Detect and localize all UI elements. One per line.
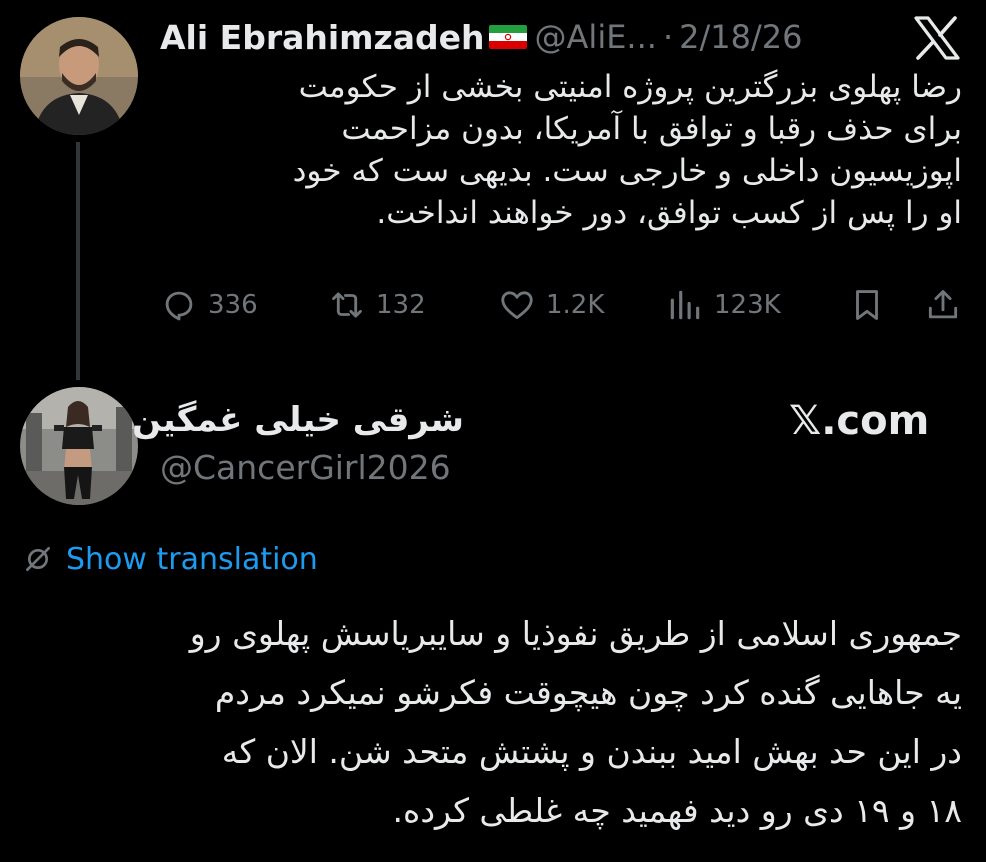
avatar[interactable] xyxy=(20,17,138,135)
thread-connector-line xyxy=(76,142,80,380)
tweet-text-line: اپوزیسیون داخلی و خارجی ست. بدیهی ست که … xyxy=(292,153,962,189)
tweet-header: Ali Ebrahimzadeh @AliE... · 2/18/26 xyxy=(160,12,802,62)
author-name[interactable]: شرقی خیلی غمگین xyxy=(132,400,464,440)
show-translation-label: Show translation xyxy=(66,541,318,577)
share-button[interactable] xyxy=(924,280,962,330)
share-icon xyxy=(928,290,958,319)
bookmark-button[interactable] xyxy=(848,280,886,330)
views-chart-icon xyxy=(670,290,700,320)
tweet-text-line: در این حد بهش امید ببندن و پشتش متحد شن.… xyxy=(221,732,962,771)
reply-button[interactable]: 336 xyxy=(160,280,258,330)
author-handle[interactable]: @AliE... xyxy=(535,18,657,56)
repost-button[interactable]: 132 xyxy=(328,280,426,330)
author-handle[interactable]: @CancerGirl2026 xyxy=(160,448,451,487)
tweet-text-line: او را پس از کسب توافق، دور خواهند انداخت… xyxy=(376,195,962,231)
tweet-date[interactable]: 2/18/26 xyxy=(679,18,802,56)
tweet-text-line: یه جاهایی گنده کرد چون هیچوقت فکرشو نمیک… xyxy=(214,673,962,712)
x-logo-icon xyxy=(914,16,960,60)
bookmark-icon xyxy=(856,290,878,320)
like-count: 1.2K xyxy=(546,290,605,320)
repost-icon xyxy=(332,292,362,318)
tweet-text: رضا پهلوی بزرگترین پروژه امنیتی بخشی از … xyxy=(162,66,962,234)
iran-flag-icon xyxy=(488,25,527,49)
tweet-text: جمهوری اسلامی از طریق نفوذیا و سایبریاسش… xyxy=(12,604,962,840)
reply-icon xyxy=(165,291,193,321)
tweet-text-line: رضا پهلوی بزرگترین پروژه امنیتی بخشی از … xyxy=(298,69,962,105)
views-button[interactable]: 123K xyxy=(666,280,781,330)
views-count: 123K xyxy=(714,290,781,320)
tweet-actions-bar: 336 132 1.2K 123K xyxy=(160,280,966,330)
author-name[interactable]: Ali Ebrahimzadeh xyxy=(160,18,485,57)
tweet-text-line: برای حذف رقبا و توافق با آمریکا، بدون مز… xyxy=(341,111,962,147)
heart-icon xyxy=(501,291,533,320)
avatar[interactable] xyxy=(20,387,138,505)
tweet-text-line: جمهوری اسلامی از طریق نفوذیا و سایبریاسش… xyxy=(189,614,962,653)
separator-dot: · xyxy=(662,18,674,56)
tweet-text-line: ۱۸ و ۱۹ دی رو دید فهمید چه غلطی کرده. xyxy=(392,791,962,830)
xcom-watermark: 𝕏.com xyxy=(789,398,930,444)
translate-off-icon xyxy=(26,547,50,571)
show-translation-link[interactable]: Show translation xyxy=(22,537,318,581)
reply-count: 336 xyxy=(208,290,258,320)
repost-count: 132 xyxy=(376,290,426,320)
like-button[interactable]: 1.2K xyxy=(498,280,604,330)
